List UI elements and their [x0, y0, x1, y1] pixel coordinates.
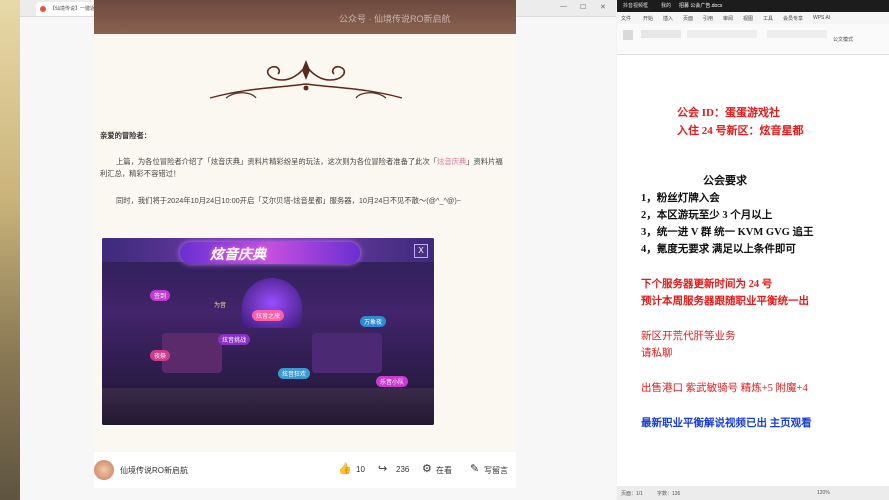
menu-member[interactable]: 会员专享 — [783, 15, 803, 22]
game-title-plate — [180, 242, 360, 264]
doc-video: 最新职业平衡解说视频已出 主页观看 — [641, 418, 812, 429]
game-label-team[interactable]: 乐音小队 — [376, 376, 409, 387]
word-tab-2[interactable]: 我的 — [661, 2, 671, 9]
menu-view[interactable]: 视图 — [743, 15, 753, 22]
greeting: 亲爱的冒险者： — [100, 131, 152, 140]
paragraph-toolbar[interactable] — [767, 30, 827, 38]
doc-line-server: 入住 24 号新区：炫音星都 — [677, 125, 804, 137]
doc-service-2: 请私聊 — [641, 348, 673, 359]
game-label-yeji[interactable]: 夜祭 — [150, 350, 171, 361]
paste-icon[interactable] — [623, 30, 633, 40]
avatar[interactable] — [94, 460, 114, 480]
word-ribbon: 公文模式 — [617, 24, 889, 55]
doc-update-2: 预计本周服务器跟随职业平衡统一出 — [641, 296, 809, 307]
menu-file[interactable]: 文件 — [621, 15, 631, 22]
highlight-xuanyin[interactable]: 炫音 — [437, 157, 452, 166]
article-banner: 公众号 · 仙境传说RO新启航 — [94, 0, 516, 34]
doc-service-1: 新区开荒代肝等业务 — [641, 331, 736, 342]
doc-line-guild-id: 公会 ID：蛋蛋游戏社 — [677, 107, 780, 119]
menu-insert[interactable]: 插入 — [663, 15, 673, 22]
game-close-icon[interactable]: X — [414, 244, 428, 258]
article-content: 公众号 · 仙境传说RO新启航 亲爱的冒险者： 上篇，为各位冒险者介绍了「炫音庆… — [94, 0, 516, 450]
article-footer-bar: 仙境传说RO新启航 👍 10 ↪ 236 ⚙ 在看 ✎ 写留言 — [94, 452, 516, 488]
doc-req-3: 3，统一进 V 群 统一 KVM GVG 追王 — [641, 227, 814, 238]
game-title: 炫音庆典 — [210, 246, 266, 262]
game-building-right — [312, 333, 382, 373]
view-label[interactable]: 在看 — [436, 465, 452, 476]
favicon-icon — [40, 6, 46, 12]
word-status-bar: 页面：1/1 字数：136 120% — [617, 486, 889, 500]
maximize-icon[interactable]: ☐ — [580, 3, 586, 11]
paragraph-2: 同时，我们将于2024年10月24日10:00开启「艾尔贝塔-炫音星都」服务器，… — [100, 195, 510, 207]
menu-layout[interactable]: 页面 — [683, 15, 693, 22]
game-building-left — [162, 333, 222, 373]
word-tab-3[interactable]: 招募 公会广告.docx — [679, 2, 722, 9]
close-icon[interactable]: ✕ — [600, 3, 606, 11]
word-tab-1[interactable]: 抖音视频框 — [623, 2, 648, 9]
doc-req-2: 2，本区游玩至少 3 个月以上 — [641, 210, 773, 221]
game-label-journey[interactable]: 炫音之旅 — [252, 310, 285, 321]
font-select[interactable] — [641, 30, 681, 38]
doc-req-4: 4，氪度无要求 满足以上条件即可 — [641, 244, 796, 255]
game-label-signin[interactable]: 签到 — [150, 290, 171, 301]
share-count: 236 — [396, 465, 410, 474]
comment-label[interactable]: 写留言 — [484, 465, 508, 476]
game-label-wanxiang[interactable]: 万象夜 — [360, 316, 387, 327]
status-words: 字数：136 — [657, 491, 681, 497]
word-title-bar: 抖音视频框 我的 招募 公会广告.docx — [617, 0, 889, 12]
menu-home[interactable]: 开始 — [643, 15, 653, 22]
ornament-divider — [209, 60, 403, 99]
game-screenshot[interactable]: 炫音庆典 X 签到 炫音之旅 为音 炫音挑战 万象夜 夜祭 炫音狂欢 乐音小队 — [102, 238, 434, 425]
menu-review[interactable]: 审阅 — [723, 15, 733, 22]
account-name[interactable]: 仙境传说RO新启航 — [120, 465, 188, 476]
game-ground — [102, 388, 434, 425]
gear-icon[interactable]: ⚙ — [422, 462, 432, 475]
highlight-qingdian[interactable]: 庆典 — [452, 157, 467, 166]
minimize-icon[interactable]: — — [560, 3, 567, 10]
like-count: 10 — [356, 465, 365, 474]
word-document[interactable]: 公会 ID：蛋蛋游戏社 入住 24 号新区：炫音星都 公会要求 1，粉丝灯牌入会… — [617, 58, 889, 486]
paragraph-2-emoticon: (@^_^@)~ — [426, 196, 462, 205]
left-window: 【仙境传说】一键逐光 | 炫音 — ☐ ✕ 公众号 · 仙境传说RO新启航 亲爱… — [0, 0, 637, 500]
word-menu-bar: 文件 开始 插入 页面 引用 审阅 视图 工具 会员专享 WPS AI — [617, 12, 889, 24]
doc-req-1: 1，粉丝灯牌入会 — [641, 193, 720, 204]
word-window: 抖音视频框 我的 招募 公会广告.docx 文件 开始 插入 页面 引用 审阅 … — [617, 0, 889, 500]
menu-reference[interactable]: 引用 — [703, 15, 713, 22]
game-label-weiyin[interactable]: 为音 — [214, 300, 226, 309]
game-label-carnival[interactable]: 炫音狂欢 — [278, 368, 311, 379]
like-icon[interactable]: 👍 — [338, 462, 352, 475]
game-label-challenge[interactable]: 炫音挑战 — [218, 334, 251, 345]
menu-tools[interactable]: 工具 — [763, 15, 773, 22]
doc-req-title: 公会要求 — [703, 175, 747, 187]
doc-sale: 出售港口 紫武敏骑号 精炼+5 附魔+4 — [641, 383, 808, 394]
comment-icon[interactable]: ✎ — [470, 462, 479, 475]
status-zoom[interactable]: 120% — [817, 490, 830, 496]
desktop-strip — [0, 0, 20, 500]
status-page: 页面：1/1 — [621, 491, 643, 497]
menu-wps-ai[interactable]: WPS AI — [813, 15, 830, 21]
paragraph-2-text: 同时，我们将于2024年10月24日10:00开启「艾尔贝塔-炫音星都」服务器，… — [116, 196, 427, 205]
banner-watermark: 公众号 · 仙境传说RO新启航 — [339, 14, 451, 24]
format-toolbar[interactable] — [687, 30, 757, 38]
browser-window: 【仙境传说】一键逐光 | 炫音 — ☐ ✕ 公众号 · 仙境传说RO新启航 亲爱… — [20, 0, 637, 500]
paragraph-1: 上篇，为各位冒险者介绍了「炫音庆典」资料片精彩纷呈的玩法，这次则为各位冒险者准备… — [100, 156, 510, 180]
ribbon-mode-label[interactable]: 公文模式 — [833, 36, 853, 43]
doc-update-1: 下个服务器更新时间为 24 号 — [641, 279, 773, 290]
share-icon[interactable]: ↪ — [378, 462, 387, 475]
paragraph-1-text: 上篇，为各位冒险者介绍了「炫音庆典」资料片精彩纷呈的玩法，这次则为各位冒险者准备… — [116, 157, 438, 166]
